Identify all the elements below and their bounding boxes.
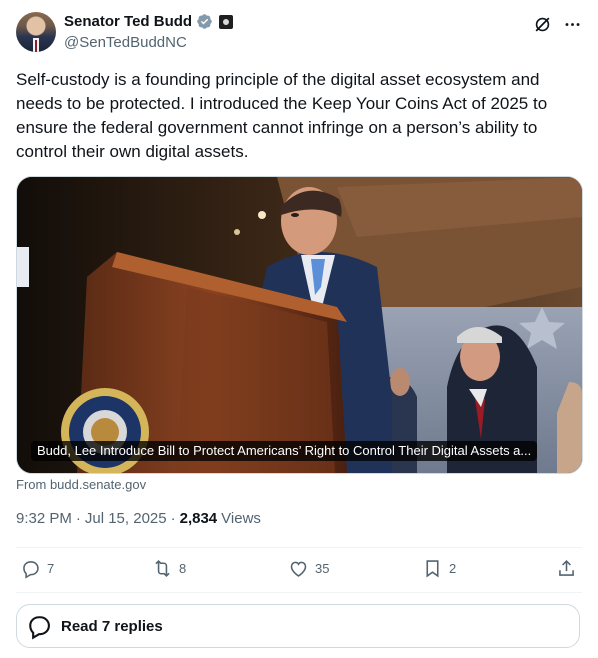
tweet-text: Self-custody is a founding principle of … (16, 70, 548, 161)
repost-icon (155, 559, 170, 578)
meta-separator: · (170, 510, 176, 527)
read-replies-label: Read 7 replies (61, 617, 163, 635)
reply-button[interactable]: 7 (20, 558, 54, 579)
like-count: 35 (315, 561, 330, 576)
like-icon (290, 561, 307, 577)
author-handle[interactable]: @SenTedBuddNC (64, 34, 187, 51)
tweet-actions: 7 8 35 2 (16, 558, 582, 588)
views-count: 2,834 (179, 510, 218, 527)
bookmark-icon (426, 560, 439, 578)
bookmark-button[interactable]: 2 (422, 558, 456, 579)
affiliate-badge-icon[interactable] (219, 14, 234, 29)
tweet-date[interactable]: Jul 15, 2025 (85, 510, 167, 527)
tweet-time[interactable]: 9:32 PM (16, 510, 72, 527)
divider (16, 547, 582, 548)
header-actions (532, 14, 582, 34)
link-card-caption[interactable]: Budd, Lee Introduce Bill to Protect Amer… (31, 441, 538, 461)
repost-count: 8 (179, 561, 187, 576)
like-button[interactable]: 35 (288, 558, 329, 579)
divider (16, 592, 582, 593)
author-name-row: Senator Ted Budd (64, 13, 234, 30)
avatar[interactable] (16, 12, 56, 52)
share-icon (559, 559, 574, 576)
repost-button[interactable]: 8 (152, 558, 186, 579)
tweet-meta: 9:32 PM · Jul 15, 2025 · 2,834 Views (16, 510, 261, 527)
reply-icon (23, 561, 39, 579)
link-source[interactable]: From budd.senate.gov (16, 477, 146, 492)
more-icon[interactable] (562, 14, 582, 34)
grok-icon[interactable] (532, 14, 552, 34)
views-label: Views (221, 510, 261, 527)
read-replies-button[interactable]: Read 7 replies (16, 604, 580, 648)
verified-badge-icon[interactable] (196, 13, 213, 30)
author-name[interactable]: Senator Ted Budd (64, 13, 192, 30)
meta-separator: · (75, 510, 81, 527)
link-card-image[interactable]: Budd, Lee Introduce Bill to Protect Amer… (16, 176, 583, 474)
chat-bubble-icon (29, 616, 50, 640)
share-button[interactable] (556, 558, 577, 579)
bookmark-count: 2 (449, 561, 457, 576)
tweet-header: Senator Ted Budd @SenTedBuddNC (16, 12, 582, 54)
reply-count: 7 (47, 561, 55, 576)
press-conference-photo (17, 177, 582, 473)
